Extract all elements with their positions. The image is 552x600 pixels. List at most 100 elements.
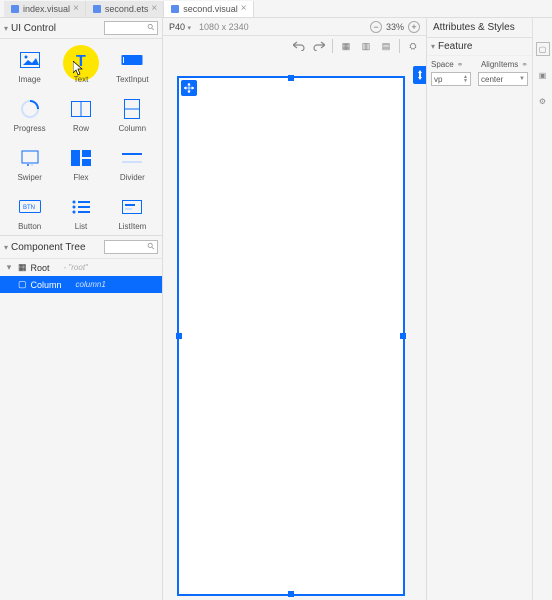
palette-label: TextInput xyxy=(116,75,148,84)
tab-label: second.ets xyxy=(105,4,149,14)
close-icon[interactable]: × xyxy=(241,3,247,14)
close-icon[interactable]: × xyxy=(151,3,157,14)
zoom-out-button[interactable]: − xyxy=(370,21,382,33)
tree-node-hint: - "root" xyxy=(64,263,88,272)
right-iconbar: ▢ ▣ ⚙ xyxy=(532,18,552,600)
ui-control-header: ▾ UI Control xyxy=(0,18,162,39)
palette-item-row[interactable]: Row xyxy=(55,98,106,133)
file-tab[interactable]: index.visual × xyxy=(4,1,86,17)
tree-node-label: Root xyxy=(31,263,50,273)
component-tree-title: Component Tree xyxy=(11,242,104,253)
canvas-dimensions: 1080 x 2340 xyxy=(199,22,249,32)
palette-item-column[interactable]: Column xyxy=(107,98,158,133)
file-icon xyxy=(10,4,20,14)
svg-text:BTN: BTN xyxy=(23,205,35,211)
row-icon xyxy=(70,98,92,120)
file-icon xyxy=(170,4,180,14)
palette-label: Row xyxy=(73,124,89,133)
listitem-icon xyxy=(121,196,143,218)
chevron-down-icon[interactable]: ▾ xyxy=(4,243,8,252)
sidebar-tool-square[interactable]: ▢ xyxy=(536,42,550,56)
palette-item-textinput[interactable]: TextInput xyxy=(107,49,158,84)
resize-handle-e[interactable] xyxy=(400,333,406,339)
palette-label: Divider xyxy=(120,173,145,182)
resize-handle-s[interactable] xyxy=(288,591,294,597)
zoom-in-button[interactable]: + xyxy=(408,21,420,33)
space-label: Space xyxy=(431,60,454,69)
palette-item-text[interactable]: T Text xyxy=(55,49,106,84)
resize-handle-w[interactable] xyxy=(176,333,182,339)
file-icon xyxy=(92,4,102,14)
ruler-toggle-button[interactable]: ▤ xyxy=(379,39,393,53)
link-icon[interactable]: ⚭ xyxy=(457,60,464,69)
ui-control-search[interactable] xyxy=(104,21,158,35)
move-handle[interactable] xyxy=(181,80,197,96)
palette-item-flex[interactable]: Flex xyxy=(55,147,106,182)
separator xyxy=(399,39,400,53)
tree-node-icon: ▦ xyxy=(18,262,27,273)
zoom-value: 33% xyxy=(386,22,404,32)
sidebar-tool-settings[interactable]: ⚙ xyxy=(536,94,550,108)
flex-icon xyxy=(70,147,92,169)
grid-toggle-button[interactable]: ▦ xyxy=(339,39,353,53)
feature-section-header[interactable]: ▾ Feature xyxy=(427,38,532,56)
settings-button[interactable]: ⛭ xyxy=(406,39,420,53)
palette-label: Swiper xyxy=(17,173,41,182)
palette-label: List xyxy=(75,222,87,231)
separator xyxy=(332,39,333,53)
chevron-down-icon[interactable]: ▾ xyxy=(431,42,435,51)
undo-button[interactable] xyxy=(292,39,306,53)
space-unit-select[interactable]: vp▲▼ xyxy=(431,72,471,86)
swiper-icon xyxy=(19,147,41,169)
design-canvas[interactable] xyxy=(177,76,405,596)
close-icon[interactable]: × xyxy=(73,3,79,14)
column-icon xyxy=(121,98,143,120)
image-icon xyxy=(19,49,41,71)
palette-label: Button xyxy=(18,222,41,231)
palette-item-button[interactable]: BTN Button xyxy=(4,196,55,231)
redo-button[interactable] xyxy=(312,39,326,53)
expand-icon[interactable]: ▾ xyxy=(4,262,14,273)
zoom-controls: − 33% + xyxy=(370,21,420,33)
palette-label: ListItem xyxy=(118,222,146,231)
device-selector[interactable]: P40 ▾ xyxy=(169,22,191,32)
tree-node-hint: column1 xyxy=(76,280,106,289)
palette-item-listitem[interactable]: ListItem xyxy=(107,196,158,231)
layout-toggle-button[interactable]: ▥ xyxy=(359,39,373,53)
tree-row-root[interactable]: ▾ ▦ Root - "root" xyxy=(0,259,162,276)
palette-item-list[interactable]: List xyxy=(55,196,106,231)
link-icon[interactable]: ⚭ xyxy=(521,60,528,69)
palette-label: Progress xyxy=(14,124,46,133)
palette-item-progress[interactable]: Progress xyxy=(4,98,55,133)
component-tree: ▾ ▦ Root - "root" ▢ Column column1 xyxy=(0,259,162,293)
palette-item-swiper[interactable]: Swiper xyxy=(4,147,55,182)
button-icon: BTN xyxy=(19,196,41,218)
alignitems-label: AlignItems xyxy=(481,60,518,69)
palette-label: Column xyxy=(119,124,147,133)
divider-icon xyxy=(121,147,143,169)
component-palette: Image T Text TextInput Progress xyxy=(0,39,162,235)
chevron-down-icon[interactable]: ▾ xyxy=(4,24,8,33)
progress-icon xyxy=(19,98,41,120)
tab-label: index.visual xyxy=(23,4,70,14)
component-tree-header: ▾ Component Tree xyxy=(0,235,162,259)
palette-item-image[interactable]: Image xyxy=(4,49,55,84)
file-tab[interactable]: second.ets × xyxy=(86,1,164,17)
editor-tabs: index.visual × second.ets × second.visua… xyxy=(0,0,552,18)
list-icon xyxy=(70,196,92,218)
sidebar-tool-box[interactable]: ▣ xyxy=(536,68,550,82)
palette-label: Image xyxy=(19,75,41,84)
component-tree-search[interactable] xyxy=(104,240,158,254)
right-panel: Attributes & Styles ▾ Feature Space ⚭ Al… xyxy=(426,18,552,600)
panel-pin-tab[interactable] xyxy=(413,66,426,84)
tab-label: second.visual xyxy=(183,4,238,14)
file-tab[interactable]: second.visual × xyxy=(164,1,253,17)
resize-handle-n[interactable] xyxy=(288,75,294,81)
feature-title: Feature xyxy=(438,41,528,52)
palette-label: Flex xyxy=(73,173,88,182)
ui-control-title: UI Control xyxy=(11,23,104,34)
alignitems-select[interactable]: center▼ xyxy=(478,72,528,86)
tree-row-column[interactable]: ▢ Column column1 xyxy=(0,276,162,293)
palette-item-divider[interactable]: Divider xyxy=(107,147,158,182)
canvas-area[interactable] xyxy=(163,56,426,600)
